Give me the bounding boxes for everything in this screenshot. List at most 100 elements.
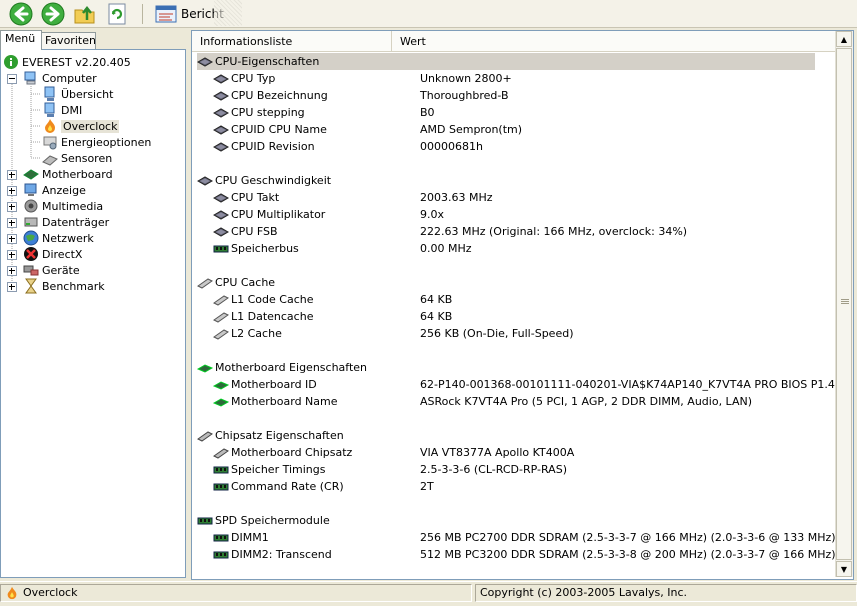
cpu-icon bbox=[213, 107, 229, 118]
scroll-down-button[interactable]: ▼ bbox=[836, 561, 852, 577]
list-item[interactable]: CPU stepping B0 bbox=[213, 104, 831, 121]
cpu-icon bbox=[213, 226, 229, 237]
forward-button[interactable] bbox=[40, 2, 66, 26]
list-item[interactable]: CPU Bezeichnung Thoroughbred-B bbox=[213, 87, 831, 104]
scroll-thumb[interactable] bbox=[836, 48, 852, 560]
item-value: Unknown 2800+ bbox=[420, 72, 512, 85]
item-label: CPU FSB bbox=[231, 225, 278, 238]
list-item[interactable]: CPUID Revision 00000681h bbox=[213, 138, 831, 155]
list-item[interactable]: Motherboard ID 62-P140-001368-00101111-04… bbox=[213, 376, 842, 393]
tree-item-display[interactable]: Anzeige bbox=[23, 182, 86, 198]
list-item[interactable]: L1 Code Cache 64 KB bbox=[213, 291, 831, 308]
column-header-value[interactable]: Wert bbox=[392, 31, 836, 51]
list-item[interactable]: L1 Datencache 64 KB bbox=[213, 308, 831, 325]
item-label: CPUID Revision bbox=[231, 140, 315, 153]
expand-toggle-directx[interactable] bbox=[7, 250, 17, 260]
memory-icon bbox=[197, 517, 213, 524]
tree-item-benchmark[interactable]: Benchmark bbox=[23, 278, 105, 294]
list-item[interactable]: Command Rate (CR) 2T bbox=[213, 478, 831, 495]
group-header[interactable]: SPD Speichermodule bbox=[197, 512, 815, 529]
tree-item-label: Motherboard bbox=[42, 167, 113, 181]
tree-item-network[interactable]: Netzwerk bbox=[23, 230, 94, 246]
item-label: Command Rate (CR) bbox=[231, 480, 344, 493]
expand-toggle-storage[interactable] bbox=[7, 218, 17, 228]
computer-icon bbox=[24, 71, 36, 85]
info-list-pane: Informationsliste Wert CPU-Eigenschaften… bbox=[191, 30, 854, 580]
group-header[interactable]: CPU Cache bbox=[197, 274, 815, 291]
list-item[interactable]: CPU Takt 2003.63 MHz bbox=[213, 189, 831, 206]
folder-up-icon bbox=[74, 5, 95, 23]
collapse-toggle-computer[interactable] bbox=[7, 74, 17, 84]
tree-item-devices[interactable]: Geräte bbox=[23, 262, 80, 278]
list-item[interactable]: L2 Cache 256 KB (On-Die, Full-Speed) bbox=[213, 325, 831, 342]
everest-info-icon bbox=[4, 55, 18, 69]
expand-toggle-display[interactable] bbox=[7, 186, 17, 196]
memory-icon bbox=[213, 466, 229, 473]
tree-item-dmi[interactable]: DMI bbox=[42, 102, 82, 118]
tree-item-sensors[interactable]: Sensoren bbox=[42, 150, 112, 166]
computer-icon bbox=[44, 102, 55, 117]
back-button[interactable] bbox=[8, 2, 34, 26]
tree-item-storage[interactable]: Datenträger bbox=[23, 214, 109, 230]
group-title: Chipsatz Eigenschaften bbox=[215, 429, 344, 442]
monitor-icon bbox=[24, 183, 37, 196]
tab-menu[interactable]: Menü bbox=[0, 30, 42, 50]
item-label: CPU stepping bbox=[231, 106, 305, 119]
tree-item-label: Benchmark bbox=[42, 279, 105, 293]
item-value: 64 KB bbox=[420, 293, 453, 306]
tree-root[interactable]: EVEREST v2.20.405 bbox=[3, 54, 131, 70]
group-header[interactable]: Chipsatz Eigenschaften bbox=[197, 427, 815, 444]
vertical-scrollbar[interactable]: ▲ ▼ bbox=[835, 31, 853, 577]
tree-item-label: Datenträger bbox=[42, 215, 110, 229]
list-item[interactable]: CPU Typ Unknown 2800+ bbox=[213, 70, 831, 87]
memory-icon bbox=[213, 483, 229, 490]
tree-item-overview[interactable]: Übersicht bbox=[42, 86, 113, 102]
column-header-name[interactable]: Informationsliste bbox=[192, 31, 392, 51]
group-header[interactable]: Motherboard Eigenschaften bbox=[197, 359, 815, 376]
tree-item-label: Overclock bbox=[61, 119, 120, 133]
list-item[interactable]: Speicherbus 0.00 MHz bbox=[213, 240, 831, 257]
expand-toggle-benchmark[interactable] bbox=[7, 282, 17, 292]
tree-item-motherboard[interactable]: Motherboard bbox=[23, 166, 113, 182]
drive-icon bbox=[24, 217, 38, 227]
up-button[interactable] bbox=[72, 2, 98, 26]
group-header[interactable]: CPU-Eigenschaften bbox=[197, 53, 815, 70]
list-item[interactable]: Motherboard Chipsatz VIA VT8377A Apollo K… bbox=[213, 444, 831, 461]
expand-toggle-motherboard[interactable] bbox=[7, 170, 17, 180]
scroll-up-button[interactable]: ▲ bbox=[836, 31, 852, 47]
expand-toggle-devices[interactable] bbox=[7, 266, 17, 276]
tree-item-overclock[interactable]: Overclock bbox=[42, 118, 120, 134]
list-item[interactable]: DIMM1 256 MB PC2700 DDR SDRAM (2.5-3-3-7 … bbox=[213, 529, 836, 546]
item-value: 62-P140-001368-00101111-040201-VIA$K74AP… bbox=[420, 378, 842, 391]
item-value: 2T bbox=[420, 480, 434, 493]
devices-icon bbox=[23, 265, 39, 276]
toolbar: Bericht bbox=[0, 0, 857, 28]
list-item[interactable]: Motherboard Name ASRock K7VT4A Pro (5 PCI… bbox=[213, 393, 831, 410]
cache-icon bbox=[213, 311, 229, 323]
expand-toggle-multimedia[interactable] bbox=[7, 202, 17, 212]
refresh-button[interactable] bbox=[104, 2, 130, 26]
info-list: CPU-Eigenschaften CPU Typ Unknown 2800+ CPU… bbox=[192, 52, 842, 577]
tab-favorites[interactable]: Favoriten bbox=[40, 32, 96, 49]
list-item[interactable]: CPUID CPU Name AMD Sempron(tm) bbox=[213, 121, 831, 138]
memory-icon bbox=[213, 245, 229, 252]
group-header[interactable]: CPU Geschwindigkeit bbox=[197, 172, 815, 189]
list-item[interactable]: CPU Multiplikator 9.0x bbox=[213, 206, 831, 223]
tree-item-power-options[interactable]: Energieoptionen bbox=[42, 134, 151, 150]
tree-item-directx[interactable]: DirectX bbox=[23, 246, 82, 262]
tree-item-multimedia[interactable]: Multimedia bbox=[23, 198, 103, 214]
flame-icon bbox=[7, 586, 17, 600]
item-value: 256 MB PC2700 DDR SDRAM (2.5-3-3-7 @ 166… bbox=[420, 531, 836, 544]
item-label: DIMM2: Transcend bbox=[231, 548, 332, 561]
menu-tree[interactable]: EVEREST v2.20.405 Computer Übersicht DMI bbox=[0, 49, 186, 578]
item-label: CPUID CPU Name bbox=[231, 123, 327, 136]
item-value: 9.0x bbox=[420, 208, 445, 221]
list-item[interactable]: DIMM2: Transcend 512 MB PC3200 DDR SDRAM … bbox=[213, 546, 836, 563]
cpu-icon bbox=[213, 141, 229, 152]
tree-item-computer[interactable]: Computer bbox=[23, 70, 97, 86]
globe-icon bbox=[23, 230, 39, 246]
flame-icon bbox=[45, 119, 55, 133]
list-item[interactable]: Speicher Timings 2.5-3-3-6 (CL-RCD-RP-RAS… bbox=[213, 461, 831, 478]
list-item[interactable]: CPU FSB 222.63 MHz (Original: 166 MHz, ov… bbox=[213, 223, 831, 240]
expand-toggle-network[interactable] bbox=[7, 234, 17, 244]
